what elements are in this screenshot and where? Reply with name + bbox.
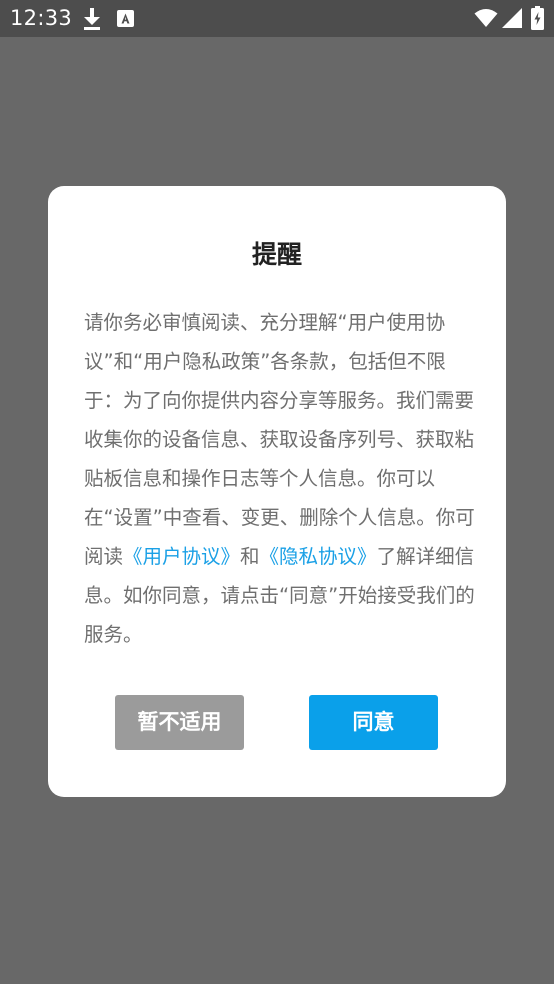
status-bar: 12:33 — [0, 0, 554, 37]
decline-button[interactable]: 暂不适用 — [115, 695, 244, 750]
privacy-agreement-link[interactable]: 《隐私协议》 — [260, 545, 377, 568]
font-app-icon — [117, 10, 134, 27]
agree-button[interactable]: 同意 — [309, 695, 438, 750]
battery-icon — [531, 6, 544, 30]
dialog-message: 请你务必审慎阅读、充分理解“用户使用协议”和“用户隐私政策”各条款，包括但不限于… — [84, 303, 476, 654]
status-time: 12:33 — [10, 6, 73, 30]
dialog-title: 提醒 — [251, 240, 302, 269]
message-text-part1: 请你务必审慎阅读、充分理解“用户使用协议”和“用户隐私政策”各条款，包括但不限于… — [84, 311, 475, 568]
cell-signal-icon — [502, 8, 522, 28]
message-text-part2: 和 — [240, 545, 260, 568]
user-agreement-link[interactable]: 《用户协议》 — [123, 545, 240, 568]
wifi-icon — [474, 9, 498, 27]
screen: 12:33 提醒 请你务必审慎阅读、充分理解“用户使用协议”和“用户隐私政策”各… — [0, 0, 554, 984]
download-icon — [84, 8, 100, 30]
